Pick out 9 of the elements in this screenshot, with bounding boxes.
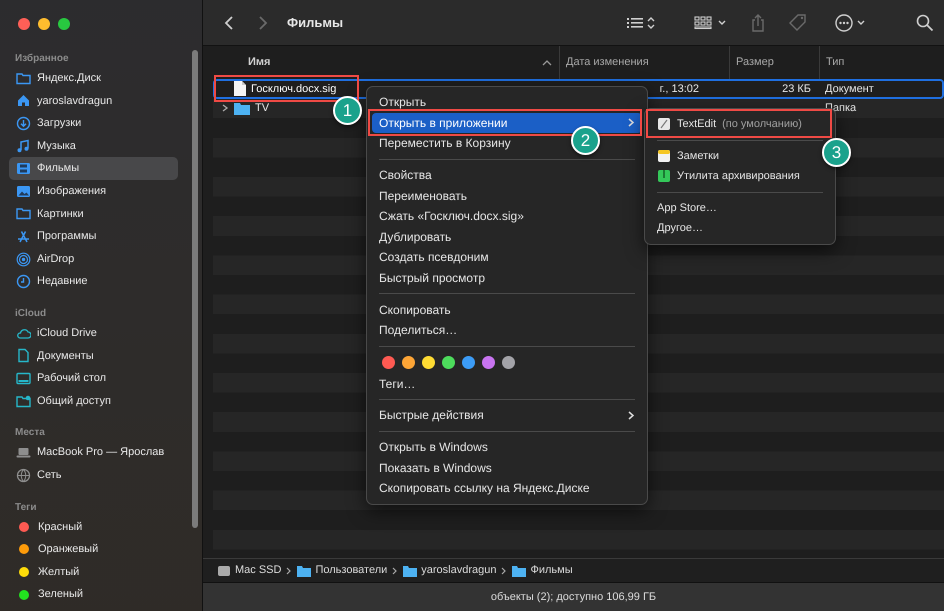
sidebar-section-title: iCloud — [14, 306, 48, 321]
sidebar-section-title: Избранное — [14, 52, 70, 66]
status-text: объекты (2); доступно 106,99 ГБ — [203, 582, 944, 611]
sidebar-section-title: Места — [14, 426, 46, 440]
size-text: 23 КБ — [782, 82, 811, 95]
sidebar-section-title: Теги — [14, 500, 38, 514]
type-text: Документ — [825, 82, 874, 95]
window-title: Фильмы — [287, 14, 344, 32]
date-text: г., 13:02 — [660, 82, 699, 95]
